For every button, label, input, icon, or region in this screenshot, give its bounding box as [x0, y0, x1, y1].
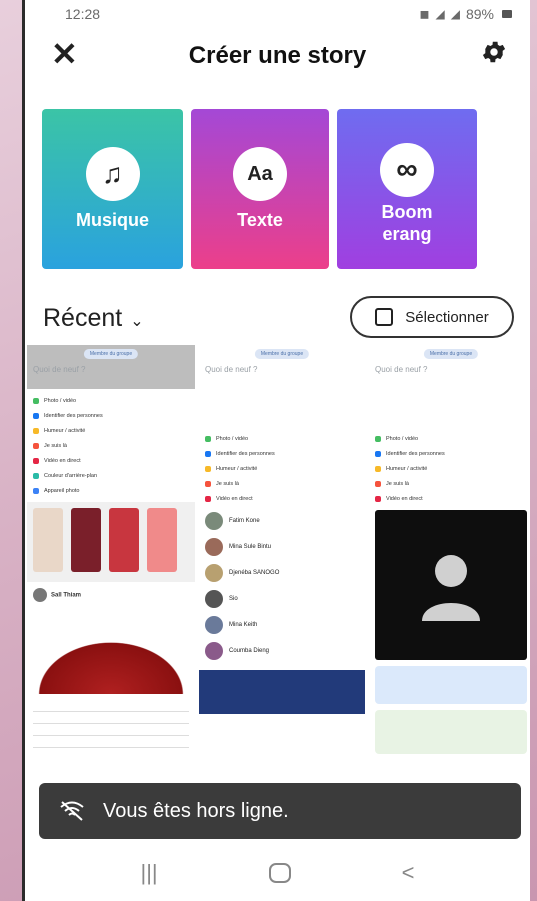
select-label: Sélectionner: [405, 308, 489, 326]
post-placeholder: Quoi de neuf ?: [33, 365, 86, 374]
table-snippet: [27, 694, 195, 754]
battery-icon: [502, 10, 512, 18]
header: ✕ Créer une story: [25, 34, 530, 74]
option-item: Couleur d'arrière-plan: [27, 468, 195, 483]
option-list: Photo / vidéo Identifier des personnes H…: [199, 389, 365, 506]
recents-button[interactable]: |||: [140, 860, 157, 886]
boomerang-tile[interactable]: ∞ Boom erang: [337, 109, 477, 269]
status-time: 12:28: [65, 6, 101, 22]
select-button[interactable]: Sélectionner: [350, 296, 514, 338]
music-label: Musique: [75, 210, 149, 230]
music-note-icon: ♫: [85, 147, 140, 201]
post-image: [27, 634, 195, 694]
contact-list: Fatim Kone Mina Sule Bintu Djenéba SANOG…: [199, 506, 365, 666]
option-item: Appareil photo: [27, 483, 195, 498]
screenshot-header: Membre du groupe Quoi de neuf ?: [27, 345, 195, 389]
home-button[interactable]: [268, 863, 291, 883]
group-pill: Membre du groupe: [83, 349, 139, 359]
avatar: [33, 588, 47, 602]
story-card: [147, 508, 177, 572]
feed-post: Sall Thiam: [27, 582, 195, 634]
recent-label: Récent: [43, 304, 123, 332]
option-item: Identifier des personnes: [27, 408, 195, 423]
wifi-icon: ◢: [435, 7, 445, 21]
text-tile[interactable]: Aa Texte: [191, 109, 329, 269]
recent-dropdown[interactable]: Récent ⌄: [43, 304, 144, 333]
list-item: Mina Keith: [205, 612, 359, 638]
blue-banner: [199, 670, 365, 714]
wifi-off-icon: [60, 801, 84, 821]
list-item: Sio: [205, 586, 359, 612]
chat-message: [375, 710, 527, 754]
screenshot-header: Membre du groupe Quoi de neuf ?: [369, 345, 530, 389]
text-label: Texte: [237, 210, 283, 230]
offline-toast: Vous êtes hors ligne.: [39, 783, 521, 839]
story-card: [71, 508, 101, 572]
gear-icon[interactable]: [480, 38, 508, 66]
list-item: Fatim Kone: [205, 508, 359, 534]
boomerang-label-line2: erang: [382, 224, 432, 244]
text-aa-icon: Aa: [233, 147, 287, 201]
back-button[interactable]: <: [402, 860, 415, 886]
boomerang-label-line1: Boom: [381, 202, 433, 222]
toast-message: Vous êtes hors ligne.: [103, 799, 289, 822]
list-item: Mina Sule Bintu: [205, 534, 359, 560]
option-item: Humeur / activité: [27, 423, 195, 438]
signal-icon: ◢: [450, 7, 460, 21]
option-list: Photo / vidéo Identifier des personnes H…: [369, 389, 530, 506]
person-icon: [422, 555, 480, 621]
story-card: [109, 508, 139, 572]
screenshot-header: Membre du groupe Quoi de neuf ?: [199, 345, 365, 389]
chat-message: [375, 666, 527, 704]
status-right: ◼ ◢ ◢ 89%: [420, 6, 512, 22]
battery-level: 89%: [465, 6, 494, 22]
status-bar: 12:28 ◼ ◢ ◢ 89%: [25, 6, 530, 26]
option-item: Je suis là: [27, 438, 195, 453]
list-item: Djenéba SANOGO: [205, 560, 359, 586]
page-title: Créer une story: [188, 42, 367, 69]
gallery-select-icon: [375, 308, 394, 326]
option-item: Photo / vidéo: [27, 393, 195, 408]
notification-icon: ◼: [419, 7, 430, 21]
navigation-bar: ||| <: [25, 845, 530, 901]
option-item: Vidéo en direct: [27, 453, 195, 468]
option-list: Photo / vidéo Identifier des personnes H…: [27, 389, 195, 498]
list-item: Coumba Dieng: [205, 638, 359, 664]
story-card: [33, 508, 63, 572]
music-tile[interactable]: ♫ Musique: [42, 109, 183, 269]
video-call-preview: [375, 510, 527, 660]
phone-screen: 12:28 ◼ ◢ ◢ 89% ✕ Créer une story ♫ Musi…: [22, 0, 530, 901]
chevron-down-icon: ⌄: [130, 312, 144, 330]
stories-strip: [27, 502, 195, 582]
infinity-icon: ∞: [380, 143, 434, 197]
